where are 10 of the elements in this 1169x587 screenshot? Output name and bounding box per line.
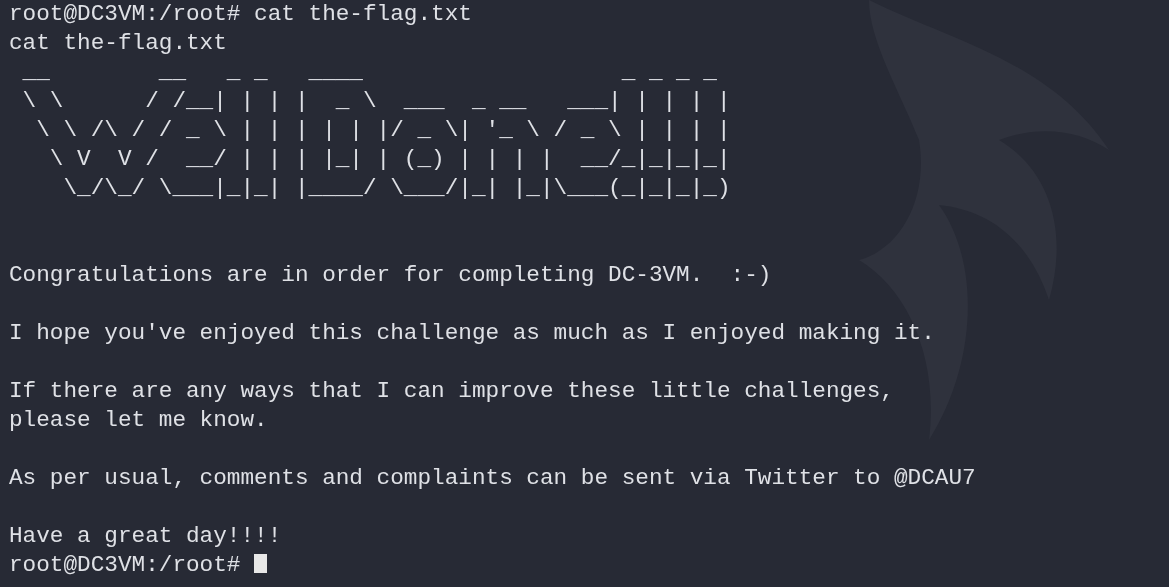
command-line: root@DC3VM:/root# [9,552,241,578]
output-line: As per usual, comments and complaints can be sent via Twitter to @DCAU7 [9,465,976,491]
output-line: Congratulations are in order for completing DC-3VM. :-) [9,262,772,288]
output-line: Have a great day!!!! [9,523,282,549]
output-line: cat the-flag.txt [9,30,227,56]
ascii-art-text: __ __ _ _ ____ _ _ _ _ \ \ / /__| | | | _ \ ___ _ __ ___| | | | | \ \ /\ / / _ \ | | | | | |/ _ \| '_ \ / _ \ | | | | \ V V / __/ | | | |_| | (_) | | | | __/_|_|_|_| \_/\_/ \___|_|_| |____/ \___/|_| |_|\___(_|_|_|_) [21,58,731,203]
output-line: I hope you've enjoyed this challenge as much as I enjoyed making it. [9,320,935,346]
command-line: root@DC3VM:/root# cat the-flag.txt [9,1,472,27]
output-line: If there are any ways that I can improve these little challenges, [9,378,894,404]
output-line: please let me know. [9,407,268,433]
